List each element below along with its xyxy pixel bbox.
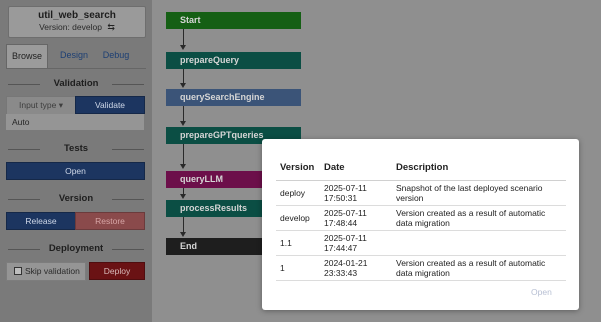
date-text: 2025-07-11	[324, 183, 367, 193]
description-cell	[392, 230, 566, 256]
time-text: 23:33:43	[324, 268, 358, 278]
sidebar: util_web_search Version: develop ⇆ Brows…	[0, 0, 152, 322]
table-row[interactable]: 1 2024-01-21 23:33:43 Version created as …	[276, 255, 566, 281]
deployment-heading: Deployment	[6, 243, 146, 254]
flow-connector	[183, 144, 184, 165]
flow-node-querysearchengine[interactable]: querySearchEngine	[166, 89, 301, 106]
restore-button[interactable]: Restore	[75, 212, 145, 230]
date-cell: 2024-01-21 23:33:43	[320, 255, 392, 281]
input-type-label: Input type	[19, 100, 57, 110]
checkbox-icon[interactable]	[14, 267, 22, 275]
date-text: 2025-07-11	[324, 233, 367, 243]
date-text: 2024-01-21	[324, 258, 368, 268]
flow-connector	[183, 69, 184, 83]
arrow-head-icon	[180, 194, 186, 199]
table-row[interactable]: deploy 2025-07-11 17:50:31 Snapshot of th…	[276, 180, 566, 206]
release-button[interactable]: Release	[6, 212, 76, 230]
flow-connector	[183, 106, 184, 121]
validation-heading: Validation	[6, 78, 146, 89]
flow-connector	[183, 29, 184, 46]
arrow-head-icon	[180, 164, 186, 169]
open-tests-button[interactable]: Open	[6, 162, 145, 180]
script-name: util_web_search	[38, 10, 116, 21]
tab-debug[interactable]: Debug	[102, 44, 130, 67]
tests-heading: Tests	[6, 143, 146, 154]
time-text: 17:44:47	[324, 243, 358, 253]
description-cell: Version created as a result of automatic…	[392, 255, 566, 281]
time-text: 17:48:44	[324, 218, 358, 228]
sidebar-tabs: Browse Design Debug	[6, 44, 146, 69]
version-heading: Version	[6, 193, 146, 204]
table-row[interactable]: develop 2025-07-11 17:48:44 Version creat…	[276, 205, 566, 231]
time-text: 17:50:31	[324, 193, 358, 203]
version-indicator: Version: develop ⇆	[9, 22, 145, 33]
column-header-version: Version	[276, 154, 320, 181]
description-cell: Snapshot of the last deployed scenario v…	[392, 180, 566, 206]
version-cell: deploy	[276, 180, 320, 206]
arrow-head-icon	[180, 232, 186, 237]
arrow-head-icon	[180, 83, 186, 88]
switch-version-icon[interactable]: ⇆	[107, 22, 115, 33]
input-value-field[interactable]: Auto	[6, 114, 144, 130]
input-type-select[interactable]: Input type ▾	[6, 96, 76, 115]
date-text: 2025-07-11	[324, 208, 367, 218]
version-cell: 1.1	[276, 230, 320, 256]
arrow-head-icon	[180, 121, 186, 126]
skip-validation-checkbox[interactable]: Skip validation	[6, 262, 86, 281]
description-cell: Version created as a result of automatic…	[392, 205, 566, 231]
skip-validation-label: Skip validation	[25, 266, 80, 276]
deploy-button[interactable]: Deploy	[89, 262, 145, 280]
column-header-description: Description	[392, 154, 566, 181]
flow-node-preparequery[interactable]: prepareQuery	[166, 52, 301, 69]
dropdown-caret-icon: ▾	[58, 100, 63, 110]
table-header-row: Version Date Description	[276, 154, 566, 181]
date-cell: 2025-07-11 17:44:47	[320, 230, 392, 256]
column-header-date: Date	[320, 154, 392, 181]
validate-button[interactable]: Validate	[75, 96, 145, 114]
script-info-card: util_web_search Version: develop ⇆	[8, 6, 146, 38]
version-cell: 1	[276, 255, 320, 281]
table-row[interactable]: 1.1 2025-07-11 17:44:47	[276, 230, 566, 256]
version-cell: develop	[276, 205, 320, 231]
arrow-head-icon	[180, 45, 186, 50]
versions-table: Version Date Description deploy 2025-07-…	[276, 154, 566, 281]
date-cell: 2025-07-11 17:50:31	[320, 180, 392, 206]
tab-browse[interactable]: Browse	[6, 44, 48, 68]
flow-node-start[interactable]: Start	[166, 12, 301, 29]
flow-connector	[183, 217, 184, 232]
date-cell: 2025-07-11 17:48:44	[320, 205, 392, 231]
open-version-button[interactable]: Open	[531, 287, 552, 297]
tab-design[interactable]: Design	[58, 44, 90, 67]
versions-modal: Version Date Description deploy 2025-07-…	[262, 139, 579, 310]
version-label: Version: develop	[39, 22, 102, 32]
